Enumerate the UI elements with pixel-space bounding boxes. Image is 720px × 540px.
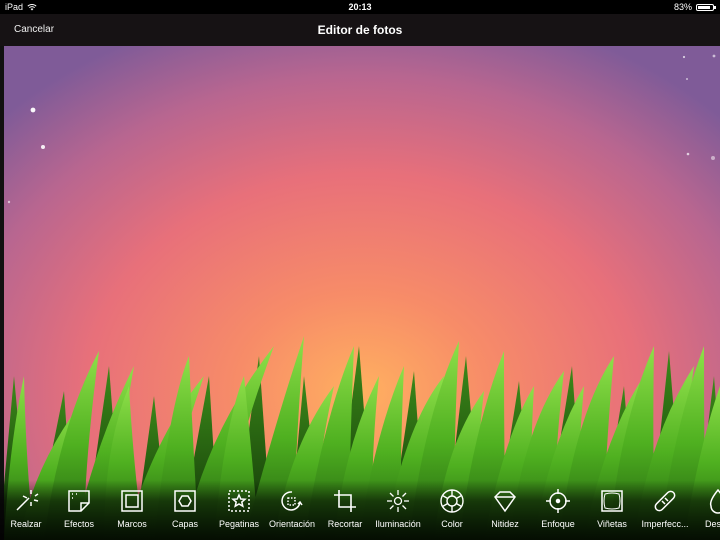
tool-label: Capas <box>171 519 198 529</box>
nav-bar: Cancelar Editor de fotos <box>0 14 720 46</box>
tool-marcos-button[interactable]: Marcos <box>104 488 160 538</box>
tool-realzar-button[interactable]: Realzar <box>0 488 54 538</box>
stickers-icon <box>228 490 250 512</box>
tool-recortar-button[interactable]: Recortar <box>317 488 373 538</box>
photo-canvas[interactable] <box>4 46 720 540</box>
tool-capas-button[interactable]: Capas <box>157 488 213 538</box>
tool-label: Imperfecc... <box>641 519 689 529</box>
magic-wand-icon <box>16 490 39 511</box>
tool-label: Color <box>441 519 463 529</box>
drop-icon <box>709 488 720 514</box>
tool-nitidez-button[interactable]: Nitidez <box>477 488 533 538</box>
tool-label: Desen <box>704 519 720 529</box>
tool-label: Nitidez <box>491 519 519 529</box>
battery-icon <box>696 3 716 11</box>
crop-icon <box>334 490 356 512</box>
tool-color-button[interactable]: Color <box>424 488 480 538</box>
tool-pegatinas-button[interactable]: Pegatinas <box>211 488 267 538</box>
battery-percent: 83% <box>673 2 692 12</box>
tool-orientacion-button[interactable]: Orientación <box>264 488 320 538</box>
status-bar: iPad 20:13 83% <box>0 0 720 14</box>
focus-icon <box>546 489 570 513</box>
tool-desenfoque-button[interactable]: Desen <box>690 488 720 538</box>
tool-label: Orientación <box>268 519 316 529</box>
tool-bar: Realzar Efectos Marcos Capas Pegatinas O… <box>0 480 720 540</box>
status-right: 83% <box>673 0 716 14</box>
photo-image <box>4 54 720 540</box>
tool-label: Pegatinas <box>218 519 260 529</box>
tool-vinetas-button[interactable]: Viñetas <box>584 488 640 538</box>
orientation-icon <box>281 491 303 511</box>
tool-label: Viñetas <box>597 519 627 529</box>
tool-label: Iluminación <box>375 519 421 529</box>
tool-label: Marcos <box>117 519 147 529</box>
tool-label: Recortar <box>327 519 363 529</box>
sharpness-icon <box>494 491 516 513</box>
color-icon <box>440 489 464 513</box>
tool-efectos-button[interactable]: Efectos <box>51 488 107 538</box>
tool-iluminacion-button[interactable]: Iluminación <box>370 488 426 538</box>
status-time: 20:13 <box>348 2 372 12</box>
vignette-icon <box>601 490 623 512</box>
tool-label: Realzar <box>10 519 42 529</box>
frames-icon <box>121 490 143 512</box>
effects-icon <box>68 490 90 512</box>
tool-enfoque-button[interactable]: Enfoque <box>530 488 586 538</box>
tool-label: Efectos <box>63 519 94 529</box>
tool-imperfecciones-button[interactable]: Imperfecc... <box>637 488 693 538</box>
page-title: Editor de fotos <box>317 23 403 37</box>
blemish-icon <box>654 490 676 512</box>
layers-icon <box>174 490 196 512</box>
tool-label: Enfoque <box>541 519 575 529</box>
lighting-icon <box>387 490 409 512</box>
